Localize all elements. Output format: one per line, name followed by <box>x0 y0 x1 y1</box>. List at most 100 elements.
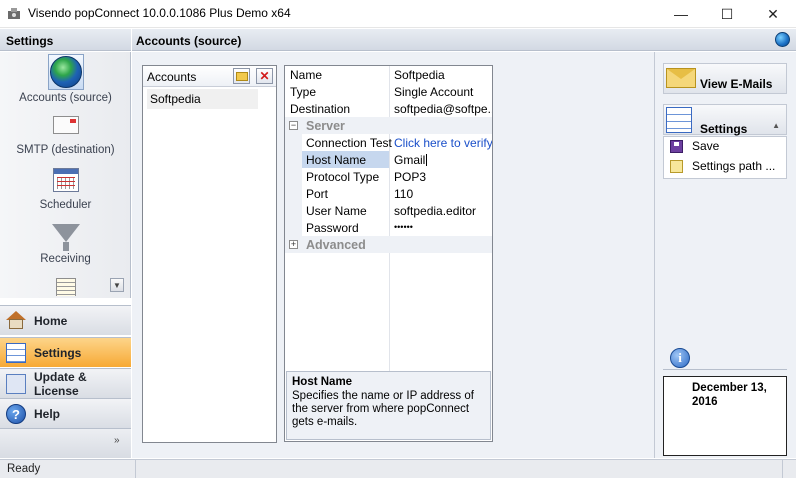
info-icon: i <box>670 348 690 368</box>
notepad-icon <box>55 278 76 296</box>
collapse-up-icon[interactable]: ▲ <box>772 121 780 130</box>
property-value: softpedia.editor <box>394 204 477 218</box>
property-key: Type <box>290 85 317 99</box>
settings-actions: Save Settings path ... <box>663 136 787 179</box>
folder-add-icon <box>235 71 248 81</box>
section-label: Settings <box>34 345 82 360</box>
property-row-destination[interactable]: Destination softpedia@softpe... <box>285 100 492 117</box>
content-header-title: Accounts (source) <box>136 34 242 48</box>
collapse-icon[interactable]: − <box>289 121 298 130</box>
section-label: Help <box>34 406 61 421</box>
host-name-input[interactable]: Gmail <box>394 153 492 167</box>
help-icon: ? <box>6 404 26 424</box>
web-globe-icon[interactable] <box>775 32 790 47</box>
section-label: Home <box>34 313 68 328</box>
envelope-icon <box>52 116 79 134</box>
property-row-host-name[interactable]: Host Name Gmail <box>285 151 492 168</box>
maximize-button[interactable]: ☐ <box>704 0 750 28</box>
home-icon <box>6 311 26 331</box>
sidebar-item-label: Receiving <box>40 253 91 265</box>
property-value: Gmail <box>394 153 426 167</box>
description-title: Host Name <box>292 376 353 388</box>
property-row-user-name[interactable]: User Name softpedia.editor <box>285 202 492 219</box>
mail-icon <box>666 68 696 88</box>
view-emails-button[interactable]: View E-Mails <box>663 63 787 94</box>
delete-account-button[interactable]: ✕ <box>256 68 273 84</box>
category-server[interactable]: − Server <box>285 117 492 134</box>
calendar-icon <box>52 168 79 192</box>
date-text: December 13, 2016 <box>692 382 767 408</box>
filter-icon <box>51 224 80 242</box>
expand-icon[interactable]: + <box>289 240 298 249</box>
window-title: Visendo popConnect 10.0.0.1086 Plus Demo… <box>28 6 291 20</box>
sidebar-header: Settings <box>0 29 131 51</box>
globe-icon <box>47 54 84 90</box>
property-value: Softpedia <box>394 68 445 82</box>
sidebar-item-label: Scheduler <box>39 199 92 211</box>
accounts-list-panel: Accounts ✕ Softpedia <box>142 65 277 443</box>
section-label: Update & License <box>34 369 87 398</box>
section-settings-button[interactable]: Settings <box>0 337 131 367</box>
checklist-icon <box>666 107 692 133</box>
property-row-port[interactable]: Port 110 <box>285 185 492 202</box>
property-value: softpedia@softpe... <box>394 102 492 116</box>
accounts-list-header: Accounts ✕ <box>143 66 276 87</box>
account-item[interactable]: Softpedia <box>147 89 258 109</box>
category-advanced[interactable]: + Advanced <box>285 236 492 253</box>
add-account-button[interactable] <box>233 68 250 84</box>
property-key: Password <box>306 221 359 235</box>
update-icon <box>6 374 26 394</box>
property-row-type[interactable]: Type Single Account <box>285 83 492 100</box>
title-bar: Visendo popConnect 10.0.0.1086 Plus Demo… <box>0 0 796 28</box>
property-row-name[interactable]: Name Softpedia <box>285 66 492 83</box>
section-help-button[interactable]: ? Help <box>0 398 131 428</box>
delete-icon: ✕ <box>259 69 270 83</box>
close-button[interactable]: ✕ <box>750 0 796 28</box>
sidebar-item-smtp[interactable]: SMTP (destination) <box>0 116 131 156</box>
status-text: Ready <box>0 460 136 478</box>
app-icon <box>8 8 20 19</box>
sidebar-item-label: SMTP (destination) <box>16 144 115 156</box>
sidebar-footer: » <box>0 428 131 458</box>
property-row-connection-test[interactable]: Connection Test Click here to verify <box>285 134 492 151</box>
sidebar-scroll-down-button[interactable]: ▼ <box>110 278 124 292</box>
save-icon <box>670 140 683 153</box>
property-key: Destination <box>290 102 351 116</box>
property-key: User Name <box>306 204 367 218</box>
section-update-license-button[interactable]: Update & License <box>0 368 131 398</box>
checklist-icon <box>6 343 26 363</box>
sidebar-item-accounts[interactable]: Accounts (source) <box>0 54 131 104</box>
settings-path-label: Settings path ... <box>692 159 776 173</box>
property-key: Name <box>290 68 323 82</box>
property-value: 110 <box>394 187 414 201</box>
verify-connection-link[interactable]: Click here to verify <box>394 136 492 150</box>
save-label: Save <box>692 139 720 153</box>
password-value: •••••• <box>394 222 413 232</box>
settings-panel-header[interactable]: Settings ▲ <box>663 104 787 136</box>
sidebar-item-scheduler[interactable]: Scheduler <box>0 168 131 211</box>
expand-chevron-icon[interactable]: » <box>114 435 120 446</box>
property-row-protocol-type[interactable]: Protocol Type POP3 <box>285 168 492 185</box>
property-key: Protocol Type <box>306 170 380 184</box>
property-value: Single Account <box>394 85 474 99</box>
property-key: Connection Test <box>306 136 392 150</box>
category-label: Advanced <box>306 238 366 252</box>
property-key: Port <box>306 187 329 201</box>
accounts-list-title: Accounts <box>147 70 197 84</box>
property-key: Host Name <box>306 153 367 167</box>
minimize-button[interactable]: — <box>658 0 704 28</box>
text-caret <box>426 154 428 166</box>
section-home-button[interactable]: Home <box>0 305 131 335</box>
settings-panel-label: Settings <box>700 122 748 136</box>
sidebar-item-receiving[interactable]: Receiving <box>0 224 131 265</box>
sidebar-item-label: Accounts (source) <box>19 92 112 104</box>
category-label: Server <box>306 119 345 133</box>
document-icon <box>670 160 683 173</box>
property-row-password[interactable]: Password •••••• <box>285 219 492 236</box>
status-bar: Ready <box>0 459 796 478</box>
content-header: Accounts (source) <box>132 29 796 51</box>
property-description: Host Name Specifies the name or IP addre… <box>286 371 491 440</box>
description-text: Specifies the name or IP address of the … <box>292 390 474 428</box>
view-emails-label: View E-Mails <box>700 77 773 91</box>
sidebar-nav: Accounts (source) SMTP (destination) Sch… <box>0 52 131 298</box>
